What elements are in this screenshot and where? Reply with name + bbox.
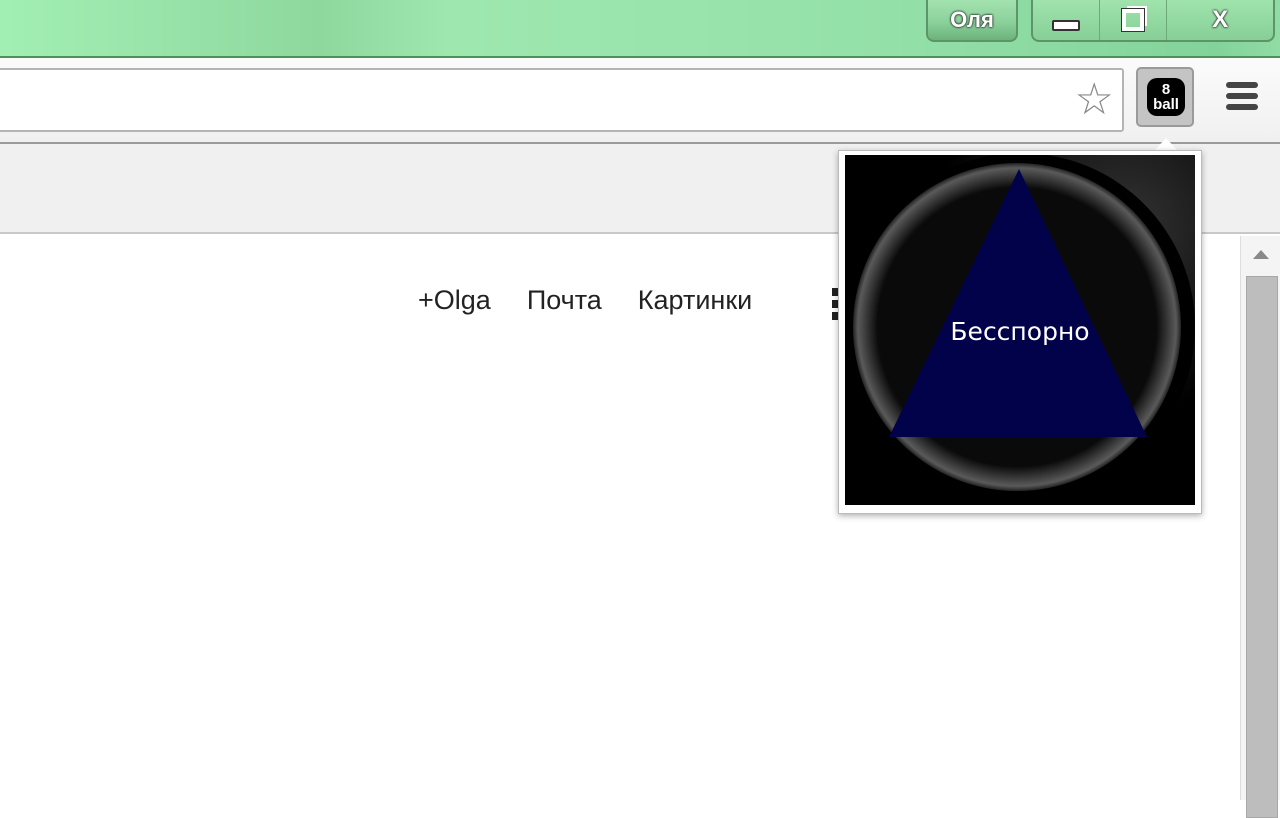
restore-icon bbox=[1121, 8, 1146, 32]
google-header-links: +Olga Почта Картинки bbox=[418, 285, 752, 316]
icon-label-bottom: ball bbox=[1153, 96, 1179, 113]
8ball-icon: 8 ball bbox=[1147, 78, 1185, 116]
window-controls: X bbox=[1031, 0, 1275, 42]
close-icon: X bbox=[1212, 6, 1229, 33]
8ball-popup: Бесспорно bbox=[838, 150, 1202, 514]
address-bar[interactable]: ☆ bbox=[0, 68, 1124, 132]
browser-toolbar: ☆ 8 ball bbox=[0, 58, 1280, 144]
scrollbar[interactable] bbox=[1240, 236, 1280, 818]
scrollbar-thumb[interactable] bbox=[1246, 276, 1278, 818]
minimize-icon bbox=[1052, 19, 1081, 31]
menu-icon[interactable] bbox=[1226, 82, 1258, 115]
profile-button[interactable]: Оля bbox=[926, 0, 1018, 42]
window-titlebar: Оля X bbox=[0, 0, 1280, 58]
star-icon[interactable]: ☆ bbox=[1075, 78, 1114, 122]
answer-text: Бесспорно bbox=[950, 317, 1090, 346]
restore-button[interactable] bbox=[1100, 0, 1168, 40]
scroll-up-arrow-icon[interactable] bbox=[1253, 250, 1269, 259]
minimize-button[interactable] bbox=[1033, 0, 1101, 40]
link-plus-olga[interactable]: +Olga bbox=[418, 285, 491, 316]
close-button[interactable]: X bbox=[1167, 0, 1273, 40]
link-mail[interactable]: Почта bbox=[527, 285, 602, 316]
link-images[interactable]: Картинки bbox=[638, 285, 752, 316]
icon-label-top: 8 bbox=[1161, 81, 1171, 98]
8ball-extension-button[interactable]: 8 ball bbox=[1136, 67, 1194, 127]
